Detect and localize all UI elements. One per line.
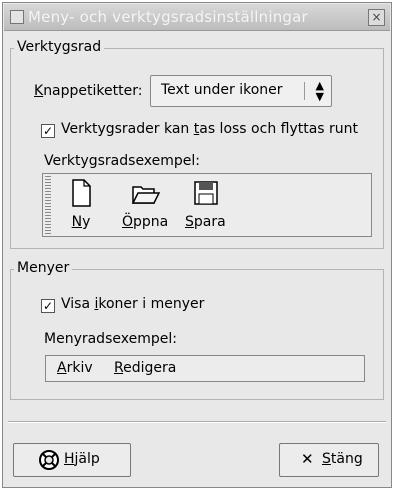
button-labels-value: Text under ikoner <box>161 82 283 98</box>
button-labels-label: Knappetiketter: <box>34 83 142 99</box>
window-close-button[interactable]: × <box>368 9 385 26</box>
button-labels-mnemonic: K <box>34 83 44 99</box>
toolbar-button-new-label: Ny <box>71 214 91 230</box>
detachable-text-before: Verktygsrader kan <box>61 121 194 137</box>
close-x-icon: ✕ <box>301 450 314 468</box>
window-title: Meny- och verktygsradsinställningar <box>28 8 308 26</box>
toolbar-button-open[interactable]: Öppna <box>122 178 168 230</box>
toolbar-example: Ny Öppna Spara <box>42 173 372 237</box>
show-menu-icons-label[interactable]: Visa ikoner i menyer <box>61 296 204 312</box>
title-bar[interactable]: Meny- och verktygsradsinställningar × <box>4 4 390 31</box>
lifebuoy-icon <box>39 450 59 470</box>
up-down-arrows-icon: ▲ ▼ <box>315 79 324 103</box>
open-folder-icon <box>131 186 161 204</box>
close-button[interactable]: ✕ Stäng <box>279 443 379 477</box>
menu-edit[interactable]: Redigera <box>114 360 176 376</box>
toolbar-button-save-label: Spara <box>185 214 226 230</box>
toolbar-grip-handle[interactable] <box>45 176 51 234</box>
toolbar-button-new[interactable]: Ny <box>67 178 95 230</box>
button-labels-select[interactable]: Text under ikoner ▲ ▼ <box>150 75 332 107</box>
close-button-label: Stäng <box>322 451 363 467</box>
detachable-text-after: as loss och flyttas runt <box>199 121 359 137</box>
menus-frame-label: Menyer <box>14 260 73 276</box>
toolbar-frame-label: Verktygsrad <box>14 39 105 55</box>
show-icons-text-before: Visa <box>61 296 95 312</box>
menu-archive[interactable]: Arkiv <box>57 360 93 376</box>
settings-dialog: Meny- och verktygsradsinställningar × Ve… <box>2 2 392 488</box>
menubar-example: Arkiv Redigera <box>45 355 365 382</box>
toolbar-button-save[interactable]: Spara <box>185 178 226 230</box>
help-button-label: Hjälp <box>64 451 100 467</box>
detachable-toolbars-label[interactable]: Verktygsrader kan tas loss och flyttas r… <box>61 121 358 137</box>
show-icons-text-after: koner i menyer <box>98 296 205 312</box>
button-labels-text: nappetiketter: <box>43 83 143 99</box>
window-menu-icon[interactable] <box>10 10 24 24</box>
menubar-example-label: Menyradsexempel: <box>44 331 177 347</box>
save-floppy-icon <box>194 181 219 205</box>
dialog-separator <box>8 421 386 423</box>
toolbar-example-label: Verktygsradsexempel: <box>44 153 201 169</box>
help-button[interactable]: Hjälp <box>13 443 131 477</box>
detachable-toolbars-checkbox[interactable]: ✓ <box>41 124 55 138</box>
new-document-icon <box>72 179 91 207</box>
toolbar-button-open-label: Öppna <box>122 214 169 230</box>
combo-separator <box>304 82 305 100</box>
show-menu-icons-checkbox[interactable]: ✓ <box>41 299 55 313</box>
